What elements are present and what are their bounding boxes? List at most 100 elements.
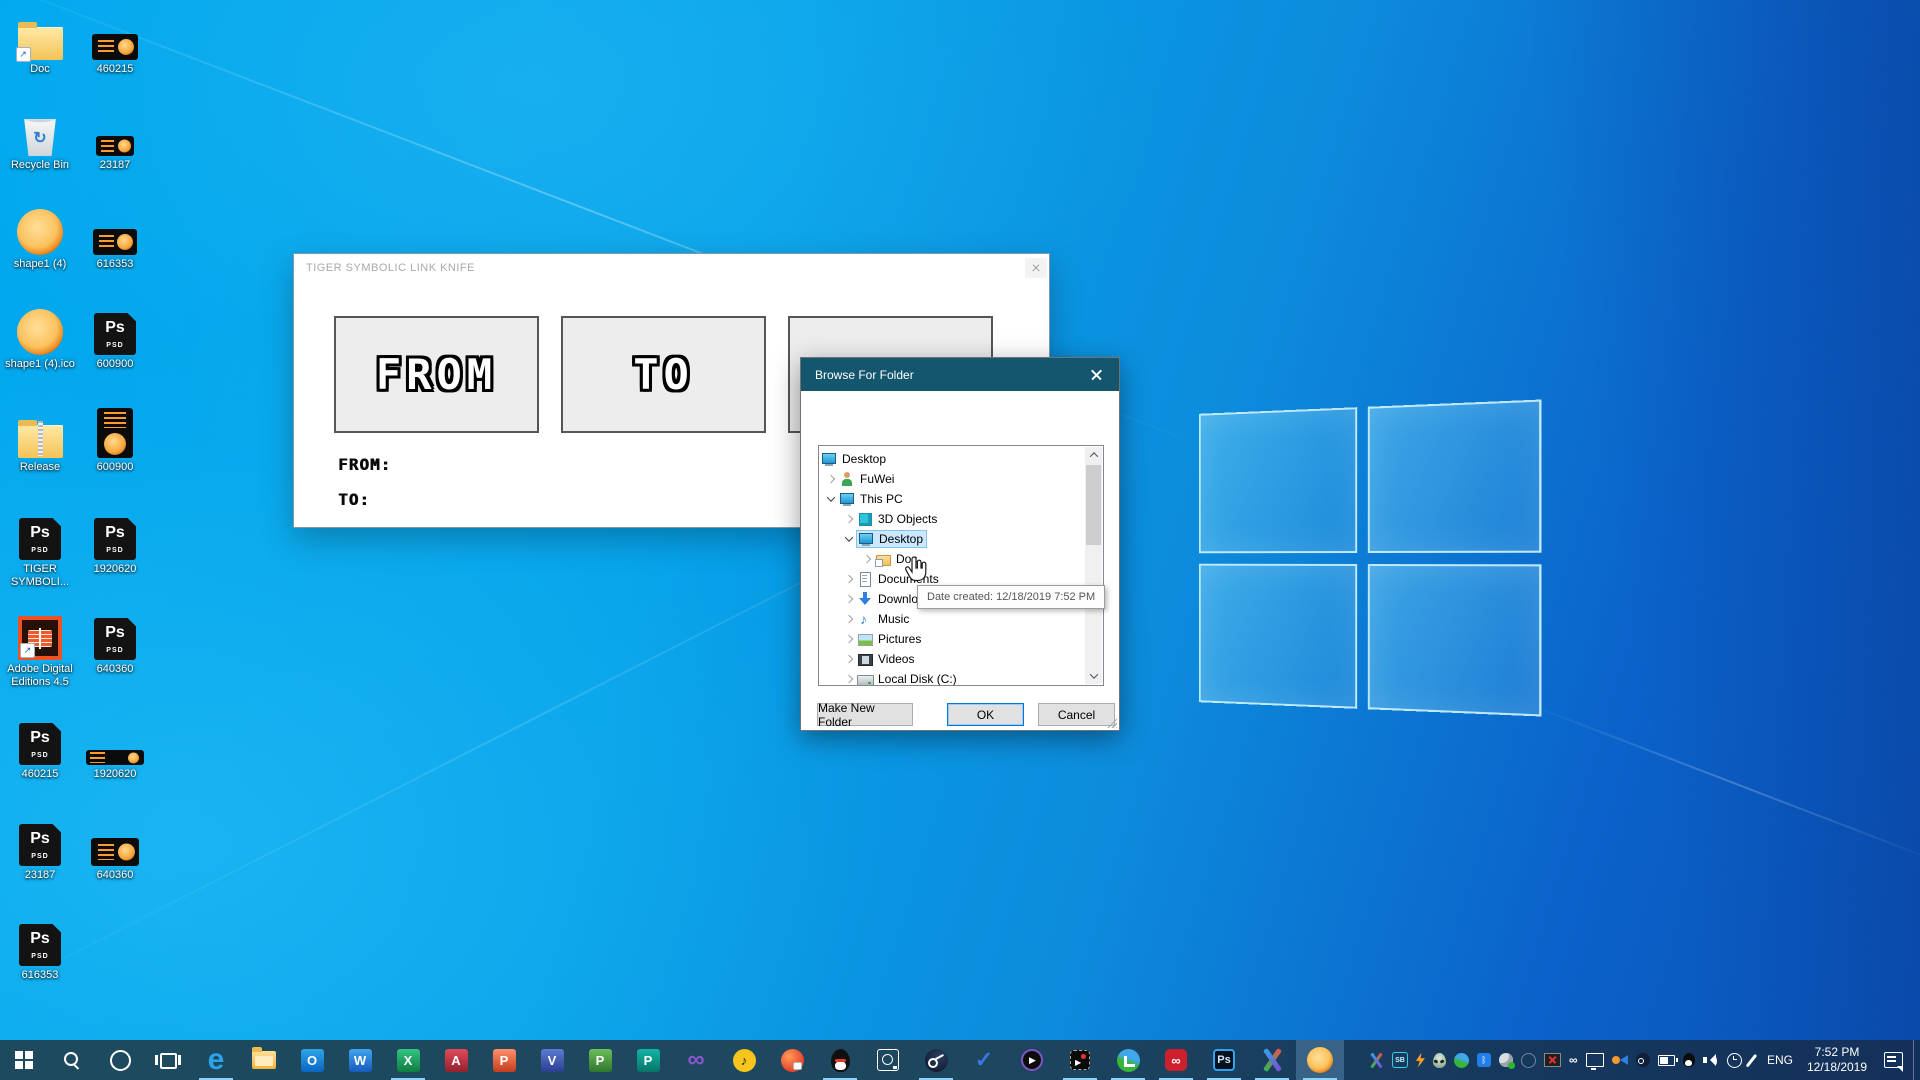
desktop-icon-640360[interactable]: 640360 xyxy=(77,818,153,882)
power-tray-icon[interactable] xyxy=(1658,1055,1675,1066)
tree-item-desktop-selected[interactable]: Desktop xyxy=(819,529,1103,549)
cancel-button[interactable]: Cancel xyxy=(1038,703,1115,726)
resize-grip[interactable] xyxy=(1106,717,1117,728)
taskbar-file-explorer[interactable] xyxy=(240,1040,288,1080)
taskbar-x-app[interactable] xyxy=(1248,1040,1296,1080)
desktop-icon-1920620-psd[interactable]: PsPSD 1920620 xyxy=(77,512,153,576)
creative-cloud-tray-icon[interactable] xyxy=(1569,1053,1578,1067)
taskbar-powerpoint[interactable]: P xyxy=(480,1040,528,1080)
ok-button[interactable]: OK xyxy=(947,703,1024,726)
desktop-icon-23187[interactable]: 23187 xyxy=(77,108,153,172)
desktop-icon-doc[interactable]: Doc xyxy=(2,12,78,76)
from-button[interactable]: FROM xyxy=(334,316,539,433)
dim-circle-tray-icon[interactable] xyxy=(1521,1053,1536,1068)
taskbar-outlook[interactable]: O xyxy=(288,1040,336,1080)
dialog-titlebar[interactable]: Browse For Folder xyxy=(801,358,1119,391)
taskbar-qq-music[interactable] xyxy=(720,1040,768,1080)
action-center-button[interactable] xyxy=(1876,1040,1910,1080)
desktop-icon-616353-psd[interactable]: PsPSD 616353 xyxy=(2,918,78,982)
taskbar-edge[interactable]: e xyxy=(192,1040,240,1080)
sb-tray-icon[interactable]: SB xyxy=(1392,1052,1408,1068)
taskbar-project[interactable]: P xyxy=(576,1040,624,1080)
start-button[interactable] xyxy=(0,1040,48,1080)
pen-tray-icon[interactable] xyxy=(1745,1053,1756,1066)
taskbar-screen-recorder[interactable] xyxy=(1056,1040,1104,1080)
desktop-icon-600900-psd[interactable]: PsPSD 600900 xyxy=(77,307,153,371)
cortana-button[interactable] xyxy=(96,1040,144,1080)
tree-item-doc[interactable]: Doc xyxy=(819,549,1103,569)
search-button[interactable] xyxy=(48,1040,96,1080)
desktop-icon-23187-psd[interactable]: PsPSD 23187 xyxy=(2,818,78,882)
tree-item-pictures[interactable]: Pictures xyxy=(819,629,1103,649)
fish-tray-icon[interactable] xyxy=(1612,1054,1628,1066)
desktop-icon-600900[interactable]: 600900 xyxy=(77,410,153,474)
taskbar-photoshop[interactable]: Ps xyxy=(1200,1040,1248,1080)
tree-item-desktop-root[interactable]: Desktop xyxy=(819,449,1103,469)
taskbar-media-player[interactable] xyxy=(1008,1040,1056,1080)
chevron-down-icon[interactable] xyxy=(841,536,857,542)
chevron-right-icon[interactable] xyxy=(841,636,857,642)
scroll-down-icon[interactable] xyxy=(1085,668,1102,684)
clock-tray-icon[interactable] xyxy=(1727,1053,1742,1068)
close-icon[interactable] xyxy=(1074,358,1119,391)
desktop-icon-release[interactable]: Release xyxy=(2,410,78,474)
desktop-icon-shape1[interactable]: shape1 (4) xyxy=(2,207,78,271)
scrollbar-thumb[interactable] xyxy=(1086,465,1101,545)
chevron-right-icon[interactable] xyxy=(841,596,857,602)
chevron-down-icon[interactable] xyxy=(823,496,839,502)
lightning-tray-icon[interactable] xyxy=(1416,1053,1425,1068)
taskbar-access[interactable]: A xyxy=(432,1040,480,1080)
taskbar-clock[interactable]: 7:52 PM 12/18/2019 xyxy=(1802,1040,1872,1080)
desktop-icon-shape1-ico[interactable]: shape1 (4).ico xyxy=(2,307,78,371)
idm-tray-icon[interactable] xyxy=(1454,1053,1469,1068)
taskbar-tiger-knife-active[interactable] xyxy=(1296,1040,1344,1080)
to-button[interactable]: TO xyxy=(561,316,766,433)
chevron-right-icon[interactable] xyxy=(841,616,857,622)
display-tray-icon[interactable] xyxy=(1586,1053,1604,1067)
taskbar-word[interactable]: W xyxy=(336,1040,384,1080)
taskbar-visual-studio[interactable]: ∞ xyxy=(672,1040,720,1080)
tree-item-this-pc[interactable]: This PC xyxy=(819,489,1103,509)
taskbar-steam[interactable] xyxy=(912,1040,960,1080)
desktop-icon-460215-psd[interactable]: PsPSD 460215 xyxy=(2,717,78,781)
taskbar-white-app[interactable] xyxy=(864,1040,912,1080)
tree-item-local-disk-c[interactable]: Local Disk (C:) xyxy=(819,669,1103,686)
error-monitor-tray-icon[interactable] xyxy=(1544,1053,1561,1067)
taskbar-camera-app[interactable] xyxy=(768,1040,816,1080)
desktop-icon-460215[interactable]: 460215 xyxy=(77,12,153,76)
taskbar-excel[interactable]: X xyxy=(384,1040,432,1080)
scroll-up-icon[interactable] xyxy=(1085,447,1102,463)
volume-icon[interactable] xyxy=(1703,1053,1719,1067)
tree-scrollbar[interactable] xyxy=(1085,447,1102,684)
taskbar-qq[interactable] xyxy=(816,1040,864,1080)
desktop-icon-640360-psd[interactable]: PsPSD 640360 xyxy=(77,612,153,676)
taskbar-idm[interactable] xyxy=(1104,1040,1152,1080)
tree-item-music[interactable]: Music xyxy=(819,609,1103,629)
tree-item-3d-objects[interactable]: 3D Objects xyxy=(819,509,1103,529)
desktop-icon-1920620[interactable]: 1920620 xyxy=(77,717,153,781)
desktop-icon-tiger-psd[interactable]: PsPSD TIGER SYMBOLI... xyxy=(2,512,78,589)
chevron-right-icon[interactable] xyxy=(841,656,857,662)
chevron-right-icon[interactable] xyxy=(841,676,857,682)
task-view-button[interactable] xyxy=(144,1040,192,1080)
taskbar-visio[interactable]: V xyxy=(528,1040,576,1080)
bluetooth-tray-icon[interactable]: ᛒ xyxy=(1477,1053,1491,1067)
desktop-icon-recycle-bin[interactable]: Recycle Bin xyxy=(2,108,78,172)
desktop-icon-616353[interactable]: 616353 xyxy=(77,207,153,271)
steam-tray-icon[interactable] xyxy=(1636,1053,1650,1067)
security-tray-icon[interactable] xyxy=(1499,1053,1513,1067)
tree-item-fuwei[interactable]: FuWei xyxy=(819,469,1103,489)
folder-tree[interactable]: Desktop FuWei This PC 3D Objects Desktop xyxy=(818,445,1104,686)
chevron-right-icon[interactable] xyxy=(841,516,857,522)
qq-tray-icon[interactable] xyxy=(1683,1053,1695,1067)
close-icon[interactable] xyxy=(1025,258,1047,278)
make-new-folder-button[interactable]: Make New Folder xyxy=(817,703,913,726)
chevron-right-icon[interactable] xyxy=(859,556,875,562)
chevron-right-icon[interactable] xyxy=(823,476,839,482)
x-colorful-tray-icon[interactable] xyxy=(1369,1053,1384,1068)
show-desktop-button[interactable] xyxy=(1913,1040,1920,1080)
chevron-right-icon[interactable] xyxy=(841,576,857,582)
alienware-tray-icon[interactable] xyxy=(1433,1053,1446,1068)
taskbar-creative-cloud[interactable] xyxy=(1152,1040,1200,1080)
taskbar-todo[interactable]: ✓ xyxy=(960,1040,1008,1080)
